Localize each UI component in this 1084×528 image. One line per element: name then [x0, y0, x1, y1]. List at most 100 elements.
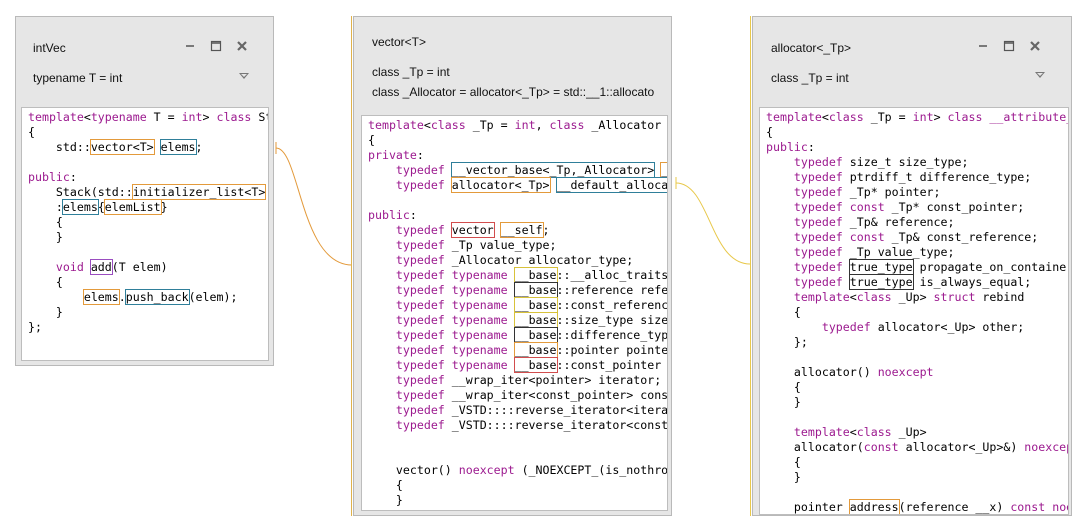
code-text: std:: [28, 140, 91, 154]
code-highlight[interactable]: true_type [848, 259, 914, 275]
intvec-code-editor[interactable]: template<typename T = int> class Stack{ … [21, 107, 269, 361]
code-highlight[interactable]: add [89, 259, 113, 275]
minimize-icon[interactable] [975, 38, 991, 54]
code-line: private: [368, 148, 667, 163]
code-text: : [28, 200, 63, 214]
code-text: ptrdiff_t difference_type; [842, 170, 1032, 184]
code-line: typedef _VSTD::::reverse_iterator<iterat… [368, 403, 667, 418]
code-highlight[interactable]: __base [513, 267, 558, 283]
allocator-code-editor[interactable]: template<class _Tp = int> class __attrib… [759, 107, 1069, 515]
code-keyword: typedef [395, 313, 445, 327]
code-highlight[interactable]: initializer_list<T> [131, 184, 267, 200]
code-keyword: template [793, 425, 850, 439]
vector-panel-left-bar [351, 16, 352, 516]
maximize-icon[interactable] [1001, 38, 1017, 54]
code-text: }; [766, 335, 808, 349]
code-highlight[interactable]: __vector_base<_Tp,_Allocator> [450, 162, 656, 178]
vector-code-editor[interactable]: template<class _Tp = int, class _Allocat… [361, 115, 668, 511]
code-line: :elems{elemList} [28, 199, 268, 215]
code-text: { [97, 200, 105, 214]
code-highlight[interactable]: __base [513, 357, 558, 373]
code-line: }; [766, 335, 1068, 350]
code-text: (reference __x) [898, 500, 1011, 514]
code-highlight[interactable]: allocator<_Tp> [450, 177, 551, 193]
code-text: pointer [766, 500, 850, 514]
code-keyword: int [912, 110, 934, 124]
allocator-template-param: class _Tp = int [771, 71, 849, 85]
code-text: allocator() [766, 365, 878, 379]
code-text: _Up> [891, 290, 934, 304]
minimize-icon[interactable] [182, 38, 198, 54]
close-icon[interactable] [1027, 38, 1043, 54]
code-highlight[interactable]: __self [499, 222, 544, 238]
code-line: typedef vector __self; [368, 222, 667, 238]
code-line: { [766, 455, 1068, 470]
code-highlight[interactable]: __base [513, 327, 558, 343]
code-text: ::size_type size_type; [556, 313, 668, 327]
code-highlight[interactable]: true_type [848, 274, 914, 290]
code-keyword: noexcept [877, 365, 934, 379]
code-text: _Tp value_type; [842, 245, 955, 259]
code-highlight[interactable]: __base [513, 297, 558, 313]
code-text: ::difference_type difference_type; [556, 328, 668, 342]
code-highlight[interactable]: __base [513, 312, 558, 328]
code-keyword: typename [451, 313, 508, 327]
code-text: propagate_on_container_move_assignment; [919, 260, 1068, 274]
chevron-down-icon[interactable] [1035, 72, 1045, 78]
code-text: ; [195, 140, 203, 154]
code-line: template<typename T = int> class Stack [28, 110, 268, 125]
code-keyword: const [1010, 500, 1046, 514]
code-text: ::__alloc_traits __alloc_traits; [556, 268, 668, 282]
code-line: { [766, 125, 1068, 140]
code-highlight[interactable]: address [848, 499, 900, 514]
code-text: { [766, 305, 801, 319]
code-highlight[interactable]: __default_allocator_type [555, 177, 667, 193]
code-line: typedef true_type propagate_on_container… [766, 259, 1068, 275]
maximize-icon[interactable] [208, 38, 224, 54]
code-line: std::vector<T> elems; [28, 139, 268, 155]
code-line: template<class _Tp = int, class _Allocat… [368, 118, 667, 133]
code-highlight[interactable]: vector<T> [89, 139, 155, 155]
code-line: typedef ptrdiff_t difference_type; [766, 170, 1068, 185]
code-highlight[interactable]: elems [61, 199, 99, 215]
code-highlight[interactable]: push_back [124, 289, 190, 305]
chevron-down-icon[interactable] [239, 73, 249, 79]
code-text: < [821, 110, 829, 124]
code-highlight[interactable]: elems [82, 289, 120, 305]
code-line: } [368, 493, 667, 508]
code-keyword: typename [451, 268, 508, 282]
close-icon[interactable] [234, 38, 250, 54]
code-highlight[interactable]: vector [450, 222, 495, 238]
code-highlight[interactable]: elems [159, 139, 197, 155]
code-line: Stack(std::initializer_list<T> [28, 184, 268, 200]
code-highlight[interactable]: __base [513, 282, 558, 298]
connector-vector-to-allocator [675, 182, 751, 265]
allocator-panel: allocator<_Tp> class _Tp = int template<… [752, 16, 1072, 516]
code-highlight[interactable]: __base [660, 162, 667, 178]
code-line: typedef allocator<_Tp> __default_allocat… [368, 177, 667, 193]
code-keyword: typedef [793, 155, 843, 169]
code-keyword: template [28, 110, 84, 124]
code-highlight[interactable]: elemList [103, 199, 162, 215]
code-highlight[interactable]: __base [513, 342, 558, 358]
code-keyword: typename [451, 328, 508, 342]
code-keyword: typename [451, 298, 508, 312]
code-text: allocator<_Up> other; [870, 320, 1025, 334]
